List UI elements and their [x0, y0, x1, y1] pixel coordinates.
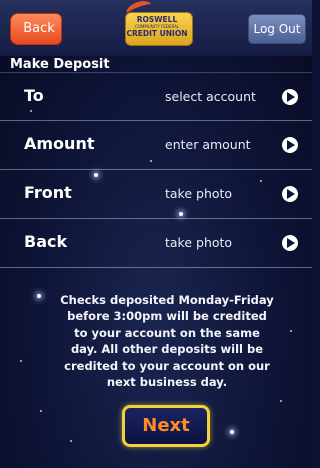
- star-decoration: [230, 430, 234, 434]
- star-decoration: [280, 400, 282, 402]
- next-button[interactable]: Next: [122, 405, 210, 447]
- deposit-form-list: To select account Amount enter amount Fr…: [0, 72, 312, 268]
- row-front[interactable]: Front take photo: [0, 170, 312, 219]
- back-button[interactable]: Back: [10, 13, 62, 45]
- row-value: select account: [165, 89, 256, 104]
- star-decoration: [20, 360, 22, 362]
- chevron-right-icon[interactable]: [282, 186, 298, 202]
- top-bar: Back ROSWELL COMMUNITY FEDERAL CREDIT UN…: [0, 0, 312, 56]
- star-decoration: [290, 330, 292, 332]
- logout-button[interactable]: Log Out: [248, 14, 306, 44]
- row-label: Back: [24, 232, 68, 251]
- row-back[interactable]: Back take photo: [0, 219, 312, 268]
- deposit-screen: Back ROSWELL COMMUNITY FEDERAL CREDIT UN…: [0, 0, 312, 468]
- logo-main-text: CREDIT UNION: [126, 29, 188, 38]
- page-title: Make Deposit: [10, 57, 110, 72]
- star-decoration: [70, 440, 72, 442]
- row-label: Amount: [24, 134, 95, 153]
- row-to[interactable]: To select account: [0, 72, 312, 121]
- row-label: Front: [24, 183, 72, 202]
- row-value: enter amount: [165, 137, 251, 152]
- row-label: To: [24, 86, 44, 105]
- deposit-notice: Checks deposited Monday-Friday before 3:…: [60, 293, 274, 390]
- chevron-right-icon[interactable]: [282, 235, 298, 251]
- star-decoration: [40, 410, 42, 412]
- row-value: take photo: [165, 235, 233, 250]
- logo-top-text: ROSWELL: [136, 15, 178, 24]
- credit-union-logo: ROSWELL COMMUNITY FEDERAL CREDIT UNION: [121, 0, 193, 50]
- chevron-right-icon[interactable]: [282, 137, 298, 153]
- chevron-right-icon[interactable]: [282, 89, 298, 105]
- star-decoration: [37, 294, 41, 298]
- row-value: take photo: [165, 186, 233, 201]
- row-amount[interactable]: Amount enter amount: [0, 121, 312, 170]
